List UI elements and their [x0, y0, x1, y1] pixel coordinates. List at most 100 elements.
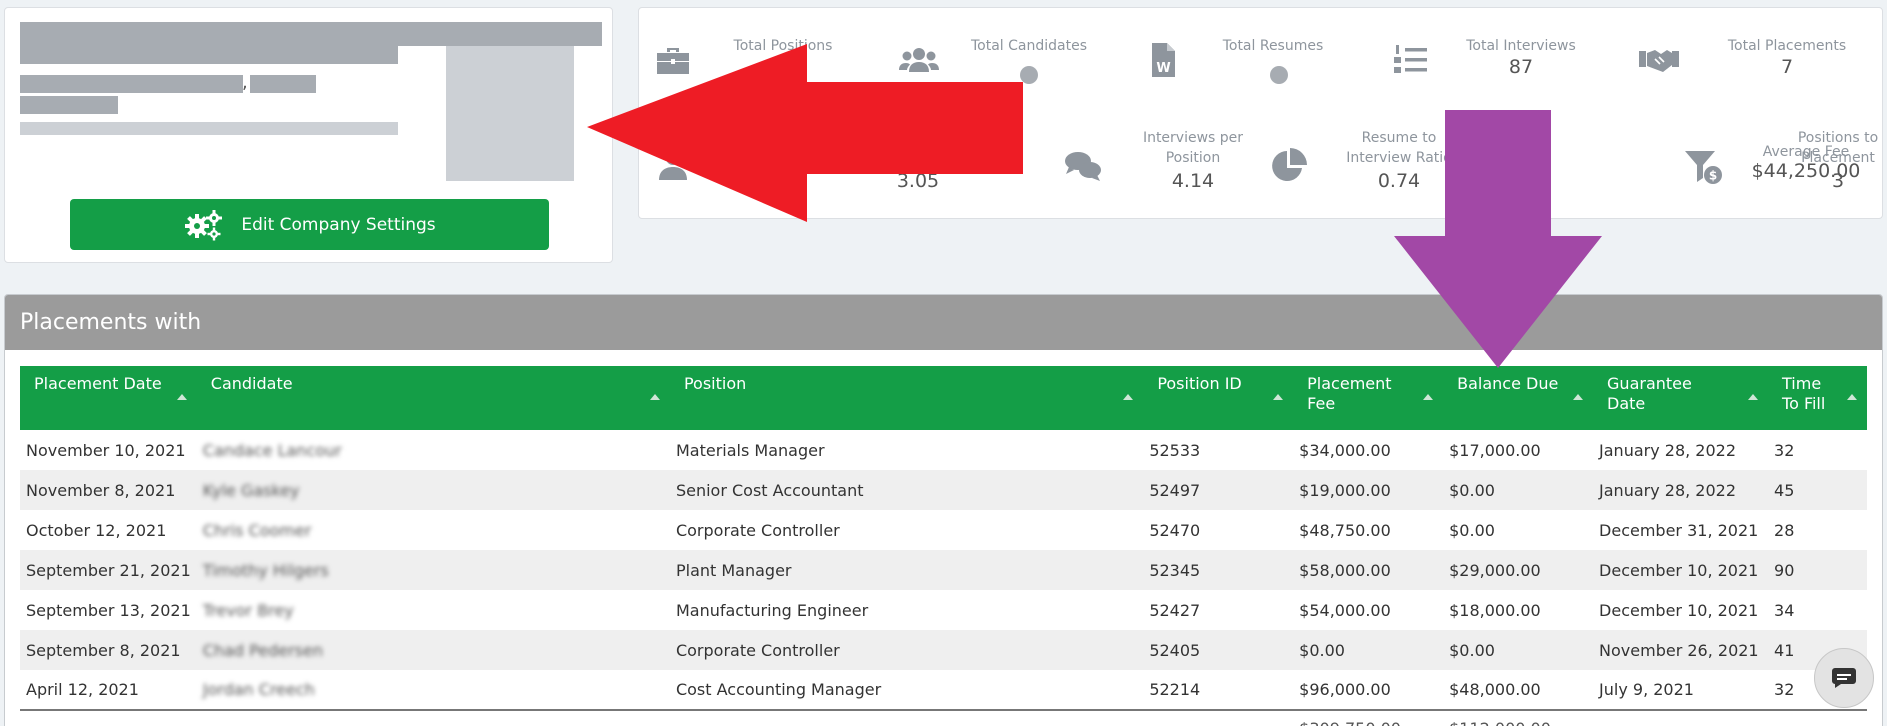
cell-time-to-fill: 45 — [1774, 480, 1795, 500]
cell-position-id: 52345 — [1149, 560, 1201, 580]
cell-empty — [1143, 709, 1294, 726]
column-header-label: Time To Fill — [1782, 374, 1826, 413]
stat-value: 7 — [1780, 56, 1794, 78]
stat-label: Total Interviews — [1466, 38, 1576, 54]
cell-balance: $17,000.00 — [1449, 440, 1541, 460]
redacted-value-dot — [1270, 66, 1288, 84]
stat-label: Interviews per Position — [1142, 130, 1244, 166]
table-row[interactable]: September 13, 2021 Trevor Brey Manufacturi… — [20, 590, 1867, 630]
company-name-redacted-2 — [20, 46, 398, 64]
cell-candidate[interactable]: Kyle Gaskey — [197, 470, 670, 510]
sort-icon[interactable] — [1573, 394, 1584, 400]
sort-icon[interactable] — [649, 394, 660, 400]
sort-icon[interactable] — [176, 394, 187, 400]
cell-empty — [669, 709, 1144, 726]
cell-time-to-fill: 28 — [1774, 520, 1795, 540]
cell-fee: $19,000.00 — [1299, 480, 1391, 500]
company-state-redacted — [250, 75, 316, 93]
cell-fee: $48,750.00 — [1299, 520, 1391, 540]
placements-table: Placement Date Candidate Position Positi… — [20, 366, 1867, 726]
cell-fee: $96,000.00 — [1299, 680, 1391, 699]
cell-candidate[interactable]: Chad Pedersen — [197, 630, 670, 670]
company-logo-placeholder — [446, 46, 574, 181]
cell-fee: $34,000.00 — [1299, 440, 1391, 460]
column-header-label: Balance Due — [1457, 374, 1559, 393]
stat-label: Total Placements — [1727, 38, 1847, 54]
sort-icon[interactable] — [1748, 394, 1759, 400]
svg-text:W: W — [1156, 61, 1170, 76]
cell-balance: $0.00 — [1449, 520, 1495, 540]
table-row[interactable]: October 12, 2021 Chris Coomer Corporate Co… — [20, 510, 1867, 550]
cell-date: September 8, 2021 — [26, 640, 181, 660]
address-comma: , — [242, 72, 248, 93]
cell-candidate[interactable]: Trevor Brey — [197, 590, 670, 630]
stat-value: $44,250.00 — [1751, 160, 1861, 182]
sort-icon[interactable] — [1123, 394, 1134, 400]
column-header-placement-date[interactable]: Placement Date — [20, 366, 197, 430]
column-header-time-to-fill[interactable]: Time To Fill — [1768, 366, 1867, 430]
cell-position: Senior Cost Accountant — [675, 480, 864, 500]
stat-total-placements: Total Placements 7 — [1639, 22, 1875, 97]
column-header-guarantee-date[interactable]: Guarantee Date — [1593, 366, 1768, 430]
stat-total-resumes: W Total Resumes — [1143, 22, 1343, 97]
table-row[interactable]: September 8, 2021 Chad Pedersen Corporate … — [20, 630, 1867, 670]
sort-icon[interactable] — [1273, 394, 1284, 400]
cell-date: September 21, 2021 — [26, 560, 191, 580]
cell-position-id: 52470 — [1149, 520, 1201, 540]
column-header-position-id[interactable]: Position ID — [1143, 366, 1293, 430]
cell-balance: $48,000.00 — [1449, 680, 1541, 699]
cell-balance: $29,000.00 — [1449, 560, 1541, 580]
column-header-label: Guarantee Date — [1607, 374, 1692, 413]
purple-annotation-arrow — [1394, 110, 1602, 368]
table-row[interactable]: April 12, 2021 Jordan Creech Cost Accounti… — [20, 670, 1867, 710]
chat-widget-button[interactable] — [1814, 648, 1874, 708]
cell-position: Manufacturing Engineer — [675, 600, 869, 620]
cell-empty — [20, 709, 197, 726]
column-header-placement-fee[interactable]: Placement Fee — [1293, 366, 1443, 430]
cell-balance: $0.00 — [1449, 640, 1495, 660]
cell-guarantee: January 28, 2022 — [1599, 480, 1737, 500]
table-header-row: Placement Date Candidate Position Positi… — [20, 366, 1867, 430]
stat-value: 87 — [1508, 56, 1534, 78]
column-header-position[interactable]: Position — [670, 366, 1143, 430]
company-address-redacted — [20, 75, 243, 93]
table-row[interactable]: November 10, 2021 Candace Lancour Material… — [20, 430, 1867, 470]
column-header-label: Placement Date — [34, 374, 162, 393]
column-header-label: Placement Fee — [1307, 374, 1392, 413]
cell-guarantee: December 10, 2021 — [1599, 560, 1759, 580]
totals-row: $309,750.00 $112,000.00 — [20, 709, 1867, 726]
column-header-balance-due[interactable]: Balance Due — [1443, 366, 1593, 430]
company-name-redacted — [20, 22, 602, 46]
cell-candidate[interactable]: Timothy Hilgers — [197, 550, 670, 590]
cell-time-to-fill: 34 — [1774, 600, 1795, 620]
cell-guarantee: December 10, 2021 — [1599, 600, 1759, 620]
table-row[interactable]: November 8, 2021 Kyle Gaskey Senior Cost A… — [20, 470, 1867, 510]
column-header-label: Candidate — [210, 374, 293, 393]
company-card: , Edit Company Settings — [4, 7, 613, 263]
cell-position-id: 52533 — [1149, 440, 1201, 460]
column-header-label: Position ID — [1157, 374, 1242, 393]
cell-candidate[interactable]: Jordan Creech — [197, 670, 670, 710]
cell-candidate[interactable]: Chris Coomer — [197, 510, 670, 550]
column-header-candidate[interactable]: Candidate — [197, 366, 670, 430]
table-row[interactable]: September 21, 2021 Timothy Hilgers Plant M… — [20, 550, 1867, 590]
sort-icon[interactable] — [1847, 394, 1857, 400]
cell-position: Cost Accounting Manager — [675, 680, 882, 699]
cell-guarantee: July 9, 2021 — [1599, 680, 1694, 699]
cell-candidate[interactable]: Candace Lancour — [197, 430, 670, 470]
cell-position: Corporate Controller — [675, 640, 840, 660]
cell-date: September 13, 2021 — [26, 600, 191, 620]
cell-fee: $58,000.00 — [1299, 560, 1391, 580]
cell-balance: $18,000.00 — [1449, 600, 1541, 620]
chat-bubbles-icon — [1065, 152, 1101, 181]
stat-interviews-per-position: Interviews per Position 4.14 — [1063, 128, 1263, 203]
cell-balance: $0.00 — [1449, 480, 1495, 500]
edit-company-settings-label: Edit Company Settings — [241, 214, 436, 235]
cell-date: October 12, 2021 — [26, 520, 167, 540]
cell-date: November 10, 2021 — [26, 440, 186, 460]
stat-total-interviews: Total Interviews 87 — [1391, 22, 1591, 97]
handshake-icon — [1639, 50, 1679, 72]
sort-icon[interactable] — [1423, 394, 1434, 400]
edit-company-settings-button[interactable]: Edit Company Settings — [70, 199, 549, 250]
total-fee: $309,750.00 — [1293, 709, 1444, 726]
